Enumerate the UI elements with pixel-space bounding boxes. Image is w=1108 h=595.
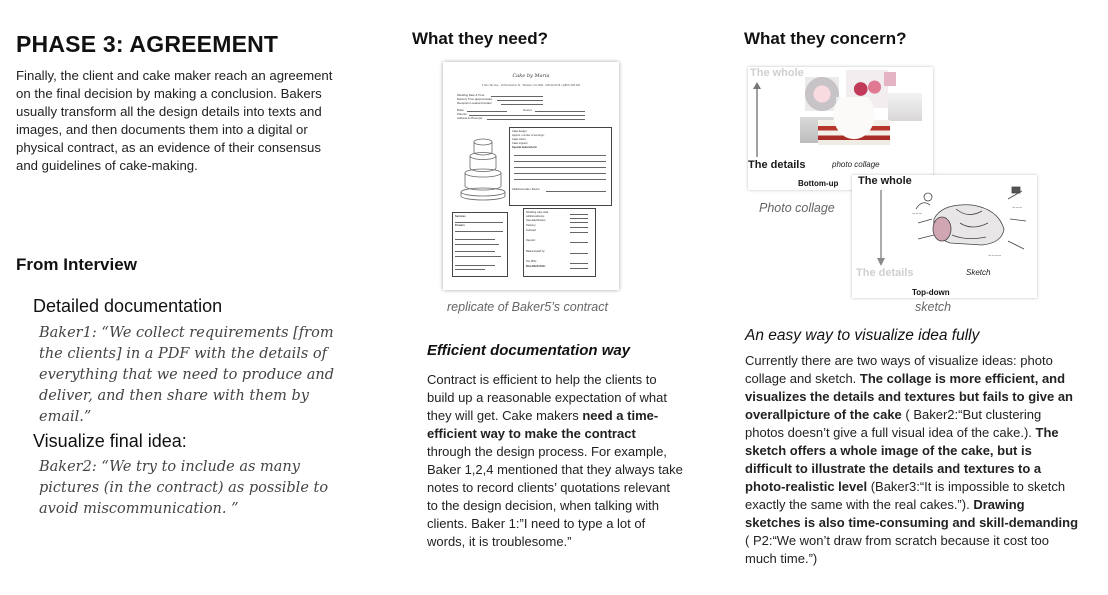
contract-document: Cake by Maria 2 Sun Tax Ave · 10 Pembert…: [443, 62, 619, 290]
svg-text:~~~~: ~~~~: [988, 253, 1001, 258]
design-field: Special feature/form: [512, 146, 537, 149]
pay-field: BALANCE DUE:: [526, 265, 546, 268]
visualize-body: Currently there are two ways of visualiz…: [745, 352, 1080, 568]
design-box: Cake design: Approx. number of servings:…: [509, 127, 612, 206]
services-box: Services Flowers: [452, 212, 508, 277]
contract-field: Address & Phone(s):: [457, 116, 483, 120]
panel2-inner-caption: Sketch: [966, 268, 991, 277]
pay-field: Wedding cake total:: [526, 211, 549, 214]
quote-baker1: Baker1: “We collect requirements [from t…: [39, 325, 335, 425]
payment-box: Wedding cake total: Additional/extra: Sp…: [523, 208, 596, 277]
panel1-bottom-caption: Bottom-up: [798, 179, 839, 188]
down-arrow-icon: [877, 190, 885, 266]
tiered-cake-drawing: [460, 138, 506, 201]
quote-baker2: Baker2: “We try to include as many pictu…: [39, 459, 329, 517]
visualize-subheading: An easy way to visualize idea fully: [745, 327, 980, 344]
panel2-bottom-caption: Top-down: [912, 288, 950, 297]
intro-paragraph: Finally, the client and cake maker reach…: [16, 68, 333, 173]
contract-field: Groom:: [523, 108, 533, 112]
what-they-need-heading: What they need?: [412, 29, 549, 48]
section-heading-visualize: Visualize final idea:: [33, 431, 187, 451]
design-field: Cake toppers:: [512, 142, 529, 145]
pay-field: Tax (8%):: [526, 260, 537, 263]
section-heading-documentation: Detailed documentation: [33, 296, 223, 316]
body-text: ( P2:“We won’t draw from scratch because…: [745, 533, 1049, 566]
pay-field: Additional/extra:: [526, 215, 545, 218]
panel1-bottom-label: The details: [748, 159, 806, 171]
photo-collage-caption: Photo collage: [759, 201, 835, 215]
pay-field: Subtotal:: [526, 229, 537, 232]
collage-photo-white-cake: [888, 93, 922, 121]
design-field: Cake design:: [512, 130, 528, 133]
pay-field: Specialty/flowers:: [526, 219, 547, 222]
design-field: Cake colors:: [512, 138, 527, 141]
panel2-top-label: The whole: [858, 175, 912, 187]
collage-photo-pink-cake: [884, 72, 896, 86]
svg-text:~~~: ~~~: [912, 211, 922, 216]
contract-caption: replicate of Baker5’s contract: [447, 300, 608, 314]
phase-title: PHASE 3: AGREEMENT: [16, 31, 279, 57]
up-arrow-icon: [753, 82, 761, 157]
efficient-doc-body: Contract is efficient to help the client…: [427, 371, 683, 551]
contract-brand: Cake by Maria: [512, 73, 550, 79]
panel1-inner-caption: photo collage: [832, 160, 880, 169]
services-label: Services: [455, 215, 466, 218]
pay-field: Balance/paid by:: [526, 250, 546, 253]
body-text: through the design process. For example,…: [427, 444, 683, 549]
cake-sketch-drawing: ~~~ ~~~ ~~~~: [912, 186, 1027, 258]
contract-address: 2 Sun Tax Ave · 10 Pemberton St · Windso…: [481, 84, 581, 87]
pay-field: Deposit:: [526, 239, 536, 242]
panel2-bottom-label: The details: [856, 267, 914, 279]
contract-field: Reception Location/Contact:: [457, 101, 493, 105]
panel1-top-label: The whole: [750, 67, 804, 79]
sketch-caption: sketch: [915, 300, 952, 314]
photo-collage-panel: The whole The details photo collage Bott…: [748, 67, 933, 190]
flowers-label: Flowers: [455, 224, 465, 227]
collage-photo-red-velvet: [818, 97, 890, 157]
sketch-panel: The whole ~~~ ~~~ ~~~~ The details Sketc…: [852, 175, 1037, 298]
svg-text:~~~: ~~~: [1012, 205, 1022, 210]
what-they-concern-heading: What they concern?: [744, 29, 907, 48]
pay-field: Delivery:: [526, 224, 537, 227]
design-field: Approx. number of servings:: [512, 134, 545, 137]
efficient-doc-subheading: Efficient documentation way: [427, 342, 631, 359]
interview-heading: From Interview: [16, 255, 137, 274]
design-field: Additional cake / flavors:: [512, 188, 541, 191]
